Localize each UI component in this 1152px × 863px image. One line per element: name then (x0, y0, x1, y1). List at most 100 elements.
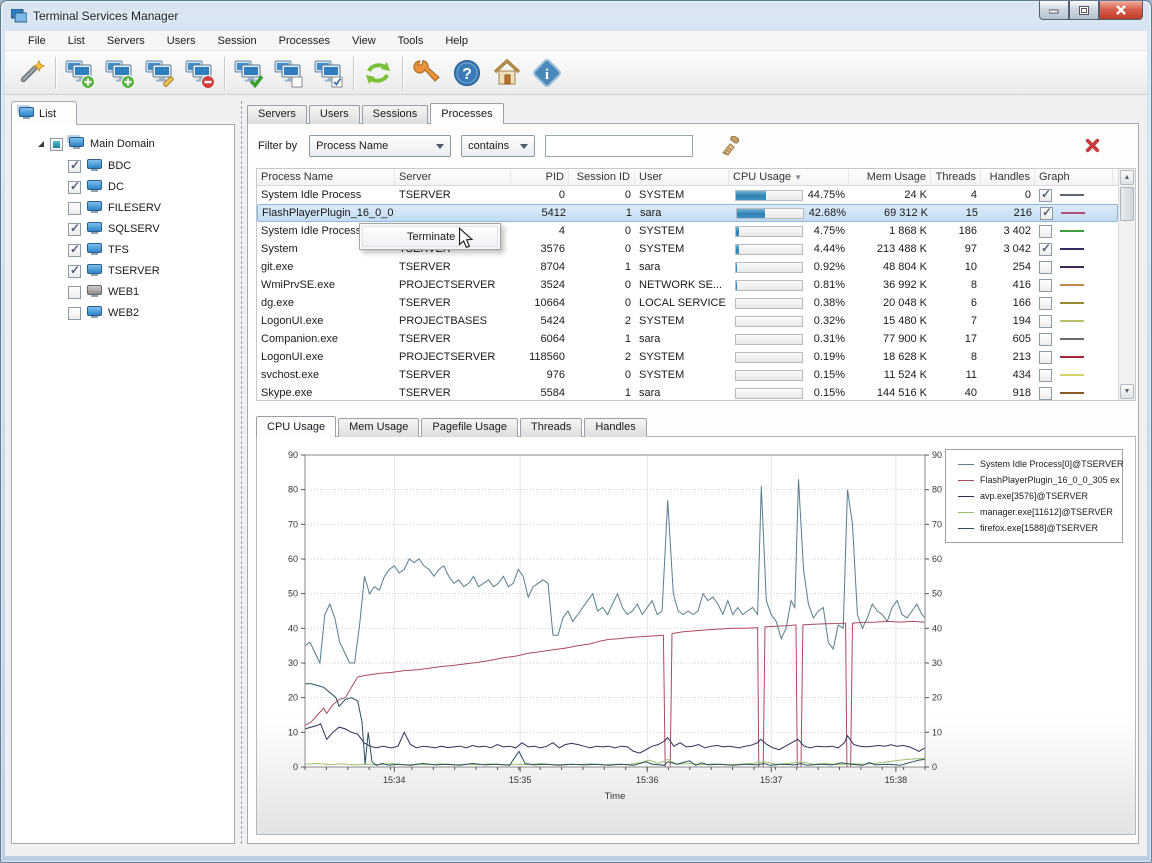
graph-checkbox[interactable] (1039, 297, 1052, 310)
server-checkbox[interactable] (68, 202, 81, 215)
about-info-button[interactable]: i (527, 54, 567, 92)
minimize-button[interactable] (1039, 1, 1069, 20)
tree-item-web1[interactable]: WEB1 (68, 283, 139, 301)
table-row[interactable]: svchost.exeTSERVER9760SYSTEM0.15%11 524 … (257, 366, 1118, 384)
graph-checkbox[interactable] (1039, 333, 1052, 346)
table-row[interactable]: Companion.exeTSERVER60641sara0.31%77 900… (257, 330, 1118, 348)
tree-item-bdc[interactable]: BDC (68, 157, 131, 175)
table-row[interactable]: WmiPrvSE.exePROJECTSERVER35240NETWORK SE… (257, 276, 1118, 294)
column-header-server[interactable]: Server (395, 169, 511, 185)
graph-checkbox[interactable] (1039, 243, 1052, 256)
refresh-button[interactable] (358, 54, 398, 92)
table-row[interactable]: LogonUI.exePROJECTSERVER1185602SYSTEM0.1… (257, 348, 1118, 366)
titlebar[interactable]: Terminal Services Manager (1, 1, 1151, 31)
column-header-mem-usage[interactable]: Mem Usage (849, 169, 931, 185)
close-filter-icon[interactable] (1085, 138, 1100, 153)
connect-check-button[interactable] (229, 54, 269, 92)
column-header-handles[interactable]: Handles (981, 169, 1035, 185)
scroll-thumb[interactable] (1120, 187, 1134, 221)
remove-server-button[interactable] (180, 54, 220, 92)
wand-button[interactable] (11, 54, 51, 92)
expander-icon[interactable] (38, 141, 44, 147)
graph-checkbox[interactable] (1040, 207, 1053, 220)
tree-item-web2[interactable]: WEB2 (68, 304, 139, 322)
menu-help[interactable]: Help (434, 33, 479, 49)
tab-servers[interactable]: Servers (247, 105, 307, 124)
column-header-graph[interactable]: Graph (1035, 169, 1113, 185)
chart-tab-mem-usage[interactable]: Mem Usage (338, 418, 419, 437)
column-header-pid[interactable]: PID (511, 169, 569, 185)
graph-checkbox[interactable] (1039, 387, 1052, 400)
home-button[interactable] (487, 54, 527, 92)
column-header-cpu-usage[interactable]: CPU Usage ▼ (729, 169, 849, 185)
menu-servers[interactable]: Servers (96, 33, 156, 49)
chart-tab-threads[interactable]: Threads (520, 418, 582, 437)
menu-processes[interactable]: Processes (268, 33, 341, 49)
tree-item-dc[interactable]: DC (68, 178, 124, 196)
table-row[interactable]: dg.exeTSERVER106640LOCAL SERVICE0.38%20 … (257, 294, 1118, 312)
graph-checkbox[interactable] (1039, 369, 1052, 382)
table-row[interactable]: FlashPlayerPlugin_16_0_054121sara42.68%6… (257, 204, 1118, 222)
graph-checkbox[interactable] (1039, 261, 1052, 274)
chart-tab-pagefile-usage[interactable]: Pagefile Usage (421, 418, 518, 437)
column-header-threads[interactable]: Threads (931, 169, 981, 185)
server-checkbox[interactable] (68, 286, 81, 299)
filter-operator-select[interactable]: contains (461, 135, 535, 157)
help-button[interactable]: ? (447, 54, 487, 92)
tab-users[interactable]: Users (309, 105, 360, 124)
graph-checkbox[interactable] (1039, 279, 1052, 292)
select-none-button[interactable] (269, 54, 309, 92)
maximize-button[interactable] (1069, 1, 1099, 20)
table-row[interactable]: LogonUI.exePROJECTBASES54242SYSTEM0.32%1… (257, 312, 1118, 330)
server-checkbox[interactable] (68, 244, 81, 257)
server-checkbox[interactable] (68, 265, 81, 278)
menu-file[interactable]: File (17, 33, 57, 49)
server-checkbox[interactable] (68, 181, 81, 194)
server-checkbox[interactable] (68, 160, 81, 173)
table-scrollbar[interactable]: ▲ ▼ (1118, 169, 1135, 400)
filter-field-select[interactable]: Process Name (309, 135, 451, 157)
select-checked-button[interactable] (309, 54, 349, 92)
options-wrench-button[interactable] (407, 54, 447, 92)
table-row[interactable]: Skype.exeTSERVER55841sara0.15%144 516 K4… (257, 384, 1118, 402)
column-header-user[interactable]: User (635, 169, 729, 185)
menu-tools[interactable]: Tools (387, 33, 435, 49)
column-header-session-id[interactable]: Session ID (569, 169, 635, 185)
edit-server-button[interactable] (140, 54, 180, 92)
server-checkbox[interactable] (68, 223, 81, 236)
menu-session[interactable]: Session (207, 33, 268, 49)
column-header-process-name[interactable]: Process Name (257, 169, 395, 185)
help-icon: ? (452, 58, 482, 88)
add-group-button[interactable] (100, 54, 140, 92)
tree-item-fileserv[interactable]: FILESERV (68, 199, 161, 217)
server-checkbox[interactable] (68, 307, 81, 320)
tab-processes[interactable]: Processes (430, 103, 503, 124)
app-icon (11, 9, 27, 23)
context-menu-item-terminate[interactable]: Terminate (362, 226, 498, 247)
graph-checkbox[interactable] (1039, 225, 1052, 238)
chart-tab-cpu-usage[interactable]: CPU Usage (256, 416, 336, 437)
graph-checkbox[interactable] (1039, 189, 1052, 202)
root-checkbox[interactable] (50, 138, 63, 151)
splitter[interactable] (241, 101, 244, 844)
clear-brush-icon[interactable] (719, 136, 741, 156)
tree-root-main-domain[interactable]: Main Domain (38, 135, 155, 153)
table-row[interactable]: git.exeTSERVER87041sara0.92%48 804 K1025… (257, 258, 1118, 276)
menu-users[interactable]: Users (156, 33, 207, 49)
menu-list[interactable]: List (57, 33, 96, 49)
scroll-down-icon[interactable]: ▼ (1120, 384, 1134, 399)
menu-view[interactable]: View (341, 33, 387, 49)
tree-item-tfs[interactable]: TFS (68, 241, 129, 259)
table-row[interactable]: System Idle ProcessTSERVER00SYSTEM44.75%… (257, 186, 1118, 204)
scroll-up-icon[interactable]: ▲ (1120, 170, 1134, 185)
graph-checkbox[interactable] (1039, 351, 1052, 364)
chart-tab-handles[interactable]: Handles (584, 418, 646, 437)
tree-item-tserver[interactable]: TSERVER (68, 262, 160, 280)
tab-sessions[interactable]: Sessions (362, 105, 429, 124)
filter-search-input[interactable] (545, 135, 693, 157)
tree-item-sqlserv[interactable]: SQLSERV (68, 220, 160, 238)
close-button[interactable] (1099, 1, 1143, 20)
tab-list[interactable]: List (11, 101, 77, 125)
graph-checkbox[interactable] (1039, 315, 1052, 328)
add-server-button[interactable] (60, 54, 100, 92)
